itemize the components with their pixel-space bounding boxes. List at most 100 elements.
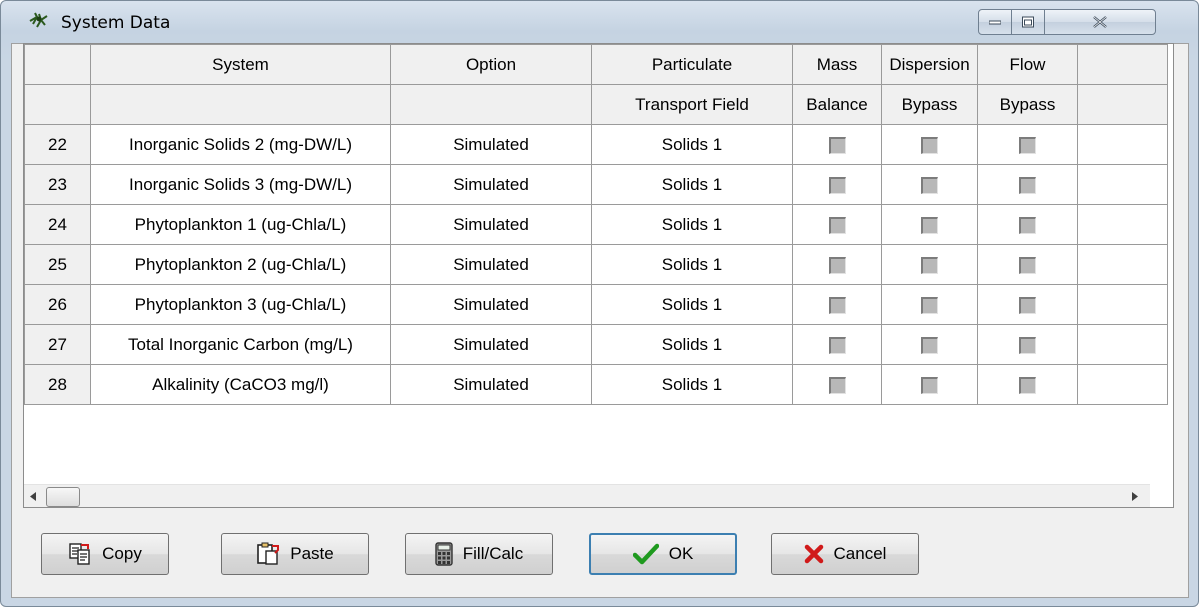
dispersion-bypass-cell [881, 364, 978, 405]
mass-balance-checkbox[interactable] [828, 296, 846, 314]
dispersion-bypass-cell [881, 284, 978, 325]
table-row: 24 Phytoplankton 1 (ug-Chla/L) Simulated… [24, 204, 1168, 245]
dispersion-bypass-checkbox[interactable] [921, 256, 938, 274]
system-cell[interactable]: Total Inorganic Carbon (mg/L) [90, 324, 391, 365]
system-cell[interactable]: Inorganic Solids 2 (mg-DW/L) [90, 124, 391, 165]
flow-bypass-checkbox[interactable] [1019, 336, 1036, 354]
dispersion-bypass-checkbox[interactable] [921, 376, 938, 394]
mass-balance-cell [792, 364, 882, 405]
dispersion-bypass-checkbox[interactable] [921, 336, 938, 354]
flow-bypass-checkbox[interactable] [1019, 296, 1036, 314]
dispersion-bypass-checkbox[interactable] [921, 296, 938, 314]
table-row: 25 Phytoplankton 2 (ug-Chla/L) Simulated… [24, 244, 1168, 285]
wasp-icon [29, 12, 48, 28]
maximize-icon [1022, 16, 1034, 28]
option-cell[interactable]: Simulated [390, 124, 592, 165]
dispersion-bypass-cell [881, 324, 978, 365]
mass-balance-cell [792, 124, 882, 165]
mass-balance-cell [792, 244, 882, 285]
mass-balance-checkbox[interactable] [828, 336, 846, 354]
row-number: 22 [24, 124, 91, 165]
dispersion-bypass-checkbox[interactable] [921, 176, 938, 194]
header-cell: Mass [792, 44, 882, 85]
option-cell[interactable]: Simulated [390, 204, 592, 245]
dispersion-bypass-cell [881, 164, 978, 205]
mass-balance-checkbox[interactable] [828, 216, 846, 234]
horizontal-scroll-thumb[interactable] [46, 487, 80, 507]
mass-balance-checkbox[interactable] [828, 376, 846, 394]
option-cell[interactable]: Simulated [390, 244, 592, 285]
particulate-cell[interactable]: Solids 1 [591, 244, 793, 285]
flow-bypass-checkbox[interactable] [1019, 376, 1036, 394]
mass-balance-checkbox[interactable] [828, 176, 846, 194]
close-icon [1093, 16, 1107, 28]
flow-bypass-cell [977, 364, 1078, 405]
option-cell[interactable]: Simulated [390, 164, 592, 205]
mass-balance-cell [792, 164, 882, 205]
header-cell [24, 84, 91, 125]
system-cell[interactable]: Phytoplankton 2 (ug-Chla/L) [90, 244, 391, 285]
paste-icon [257, 542, 280, 565]
mass-balance-cell [792, 324, 882, 365]
header-cell: Option [390, 44, 592, 85]
copy-icon [69, 543, 90, 565]
flow-bypass-cell [977, 284, 1078, 325]
header-cell: Bypass [977, 84, 1078, 125]
horizontal-scrollbar[interactable] [24, 484, 1150, 507]
fill-calc-button[interactable]: Fill/Calc [405, 533, 553, 575]
particulate-cell[interactable]: Solids 1 [591, 284, 793, 325]
scroll-left-icon[interactable] [30, 492, 36, 501]
flow-bypass-cell [977, 164, 1078, 205]
system-cell[interactable]: Alkalinity (CaCO3 mg/l) [90, 364, 391, 405]
paste-button[interactable]: Paste [221, 533, 369, 575]
dispersion-bypass-cell [881, 244, 978, 285]
system-cell[interactable]: Phytoplankton 1 (ug-Chla/L) [90, 204, 391, 245]
header-cell: Dispersion [881, 44, 978, 85]
particulate-cell[interactable]: Solids 1 [591, 324, 793, 365]
table-row: 22 Inorganic Solids 2 (mg-DW/L) Simulate… [24, 124, 1168, 165]
dispersion-bypass-cell [881, 124, 978, 165]
option-cell[interactable]: Simulated [390, 324, 592, 365]
flow-bypass-checkbox[interactable] [1019, 136, 1036, 154]
ok-button[interactable]: OK [589, 533, 737, 575]
header-cell-empty [1077, 84, 1168, 125]
close-button[interactable] [1044, 9, 1156, 35]
particulate-cell[interactable]: Solids 1 [591, 164, 793, 205]
system-cell[interactable]: Phytoplankton 3 (ug-Chla/L) [90, 284, 391, 325]
flow-bypass-checkbox[interactable] [1019, 216, 1036, 234]
red-x-icon [804, 544, 823, 564]
system-grid: System Option Particulate Mass Dispersio… [23, 43, 1174, 508]
checkmark-icon [632, 543, 659, 565]
empty-cell [1077, 204, 1168, 245]
mass-balance-checkbox[interactable] [828, 256, 846, 274]
flow-bypass-checkbox[interactable] [1019, 176, 1036, 194]
minimize-button[interactable] [978, 9, 1012, 35]
mass-balance-cell [792, 284, 882, 325]
particulate-cell[interactable]: Solids 1 [591, 204, 793, 245]
scroll-right-icon[interactable] [1132, 492, 1138, 501]
empty-cell [1077, 324, 1168, 365]
empty-cell [1077, 284, 1168, 325]
particulate-cell[interactable]: Solids 1 [591, 364, 793, 405]
cancel-label: Cancel [833, 544, 887, 563]
option-cell[interactable]: Simulated [390, 364, 592, 405]
header-cell [24, 44, 91, 85]
option-cell[interactable]: Simulated [390, 284, 592, 325]
dispersion-bypass-checkbox[interactable] [921, 136, 938, 154]
title-bar[interactable]: System Data [1, 1, 1198, 43]
system-cell[interactable]: Inorganic Solids 3 (mg-DW/L) [90, 164, 391, 205]
fill-calc-label: Fill/Calc [462, 544, 524, 563]
header-cell: System [90, 44, 391, 85]
dispersion-bypass-checkbox[interactable] [921, 216, 938, 234]
header-cell: Particulate [591, 44, 793, 85]
mass-balance-checkbox[interactable] [828, 136, 846, 154]
cancel-button[interactable]: Cancel [771, 533, 919, 575]
flow-bypass-checkbox[interactable] [1019, 256, 1036, 274]
mass-balance-cell [792, 204, 882, 245]
particulate-cell[interactable]: Solids 1 [591, 124, 793, 165]
row-number: 25 [24, 244, 91, 285]
copy-label: Copy [102, 544, 142, 563]
maximize-button[interactable] [1011, 9, 1045, 35]
copy-button[interactable]: Copy [41, 533, 169, 575]
row-number: 23 [24, 164, 91, 205]
